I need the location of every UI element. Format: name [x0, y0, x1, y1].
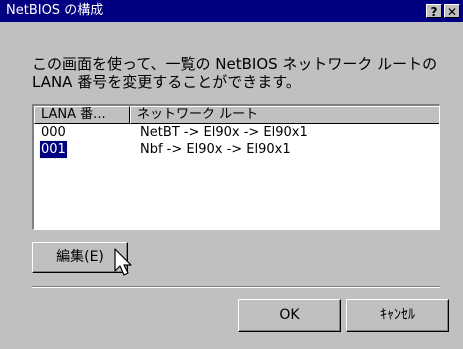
help-button[interactable]: ?: [426, 4, 442, 19]
description-line-1: この画面を使って、一覧の NetBIOS ネットワーク ルートの: [32, 55, 438, 73]
column-header-lana[interactable]: LANA 番...: [34, 106, 130, 124]
network-route: NetBT -> El90x -> El90x1: [140, 125, 308, 140]
lana-number: 000: [41, 125, 66, 140]
cancel-button[interactable]: ｷｬﾝｾﾙ: [346, 299, 449, 332]
close-button[interactable]: ✕: [444, 4, 460, 19]
netbios-config-dialog: NetBIOS の構成 ? ✕ この画面を使って、一覧の NetBIOS ネット…: [0, 0, 463, 349]
description-text: この画面を使って、一覧の NetBIOS ネットワーク ルートの LANA 番号…: [32, 55, 442, 91]
netbios-route-list[interactable]: LANA 番... ネットワーク ルート 000 NetBT -> El90x …: [32, 104, 440, 230]
window-title: NetBIOS の構成: [6, 3, 104, 18]
list-row[interactable]: 000 NetBT -> El90x -> El90x1: [34, 124, 439, 141]
lana-number: 001: [39, 140, 68, 159]
arrow-cursor-icon: [114, 248, 132, 276]
title-bar[interactable]: NetBIOS の構成 ? ✕: [0, 0, 463, 22]
network-route: Nbf -> El90x -> El90x1: [140, 142, 291, 157]
ok-button[interactable]: OK: [238, 299, 341, 332]
description-line-2: LANA 番号を変更することができます。: [32, 73, 301, 91]
separator-line: [32, 286, 440, 288]
list-header: LANA 番... ネットワーク ルート: [34, 106, 439, 124]
column-header-network-route[interactable]: ネットワーク ルート: [130, 106, 439, 124]
list-row-selected[interactable]: 001 Nbf -> El90x -> El90x1: [34, 140, 439, 159]
